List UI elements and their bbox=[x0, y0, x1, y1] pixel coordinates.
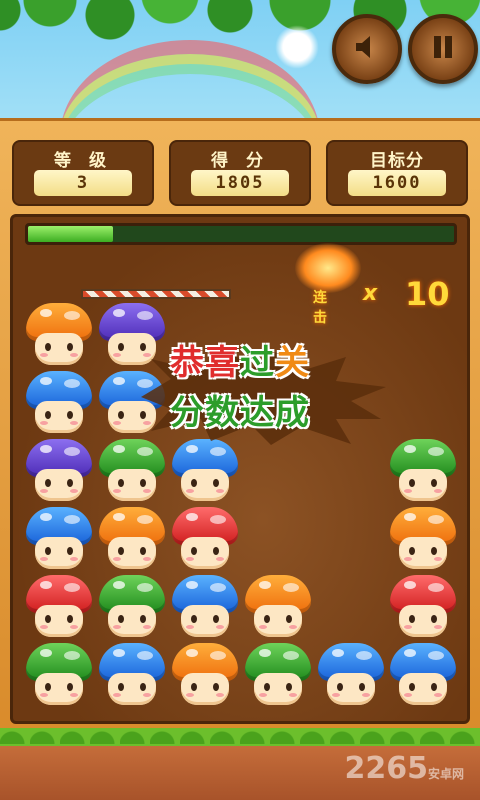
purple-mushroom[interactable] bbox=[23, 439, 95, 505]
mushroom-face bbox=[181, 537, 229, 569]
score-value: 1805 bbox=[191, 170, 289, 196]
orange-mushroom[interactable] bbox=[96, 507, 168, 573]
watermark-sub: 安卓网 bbox=[427, 767, 464, 781]
sun bbox=[275, 25, 319, 69]
msg-char: 恭 bbox=[170, 343, 205, 383]
green-mushroom[interactable] bbox=[96, 575, 168, 641]
green-mushroom[interactable] bbox=[23, 643, 95, 709]
target-panel: 目标分 1600 bbox=[326, 140, 468, 206]
blue-mushroom[interactable] bbox=[169, 439, 241, 505]
speaker-icon bbox=[352, 32, 382, 66]
level-label: 等 级 bbox=[54, 151, 112, 171]
combo-timer-fuse bbox=[81, 289, 231, 299]
mushroom-face bbox=[108, 537, 156, 569]
red-mushroom[interactable] bbox=[169, 507, 241, 573]
green-mushroom[interactable] bbox=[387, 439, 459, 505]
watermark-main: 2265 bbox=[344, 751, 428, 786]
mushroom-face bbox=[108, 605, 156, 637]
mushroom-face bbox=[254, 605, 302, 637]
sound-button[interactable] bbox=[332, 14, 402, 84]
blue-mushroom[interactable] bbox=[169, 575, 241, 641]
grass bbox=[0, 722, 480, 744]
mushroom-face bbox=[35, 605, 83, 637]
score-reached-message: 分数达成 bbox=[13, 385, 467, 434]
orange-mushroom[interactable] bbox=[169, 643, 241, 709]
combo-label: 连击 bbox=[313, 290, 327, 326]
blue-mushroom[interactable] bbox=[96, 643, 168, 709]
green-mushroom[interactable] bbox=[242, 643, 314, 709]
msg-char: 数 bbox=[205, 393, 240, 433]
score-panel: 得 分 1805 bbox=[169, 140, 311, 206]
red-mushroom[interactable] bbox=[387, 575, 459, 641]
game-board[interactable]: 连击 x 10 恭喜过关 分数达成 bbox=[10, 214, 470, 724]
target-label: 目标分 bbox=[370, 151, 424, 171]
congrats-message: 恭喜过关 bbox=[13, 335, 467, 384]
combo-count: 10 bbox=[405, 275, 450, 313]
mushroom-face bbox=[399, 469, 447, 501]
fire-effect bbox=[295, 243, 361, 293]
mushroom-face bbox=[108, 673, 156, 705]
target-value: 1600 bbox=[348, 170, 446, 196]
progress-fill bbox=[28, 226, 114, 242]
watermark: 2265安卓网 bbox=[344, 751, 464, 786]
pause-icon bbox=[428, 32, 458, 66]
msg-char: 过 bbox=[240, 343, 275, 383]
mushroom-face bbox=[181, 605, 229, 637]
mushroom-face bbox=[327, 673, 375, 705]
mushroom-face bbox=[399, 537, 447, 569]
blue-mushroom[interactable] bbox=[315, 643, 387, 709]
mushroom-face bbox=[181, 469, 229, 501]
blue-mushroom[interactable] bbox=[23, 507, 95, 573]
orange-mushroom[interactable] bbox=[387, 507, 459, 573]
score-progress-bar bbox=[25, 223, 457, 245]
pause-button[interactable] bbox=[408, 14, 478, 84]
score-label: 得 分 bbox=[211, 151, 269, 171]
combo-multiplier-sign: x bbox=[363, 281, 378, 306]
stats-bar: 等 级 3 得 分 1805 目标分 1600 bbox=[12, 140, 468, 206]
msg-char: 分 bbox=[170, 393, 205, 433]
red-mushroom[interactable] bbox=[23, 575, 95, 641]
mushroom-face bbox=[254, 673, 302, 705]
level-panel: 等 级 3 bbox=[12, 140, 154, 206]
blue-mushroom[interactable] bbox=[387, 643, 459, 709]
msg-char: 关 bbox=[275, 343, 310, 383]
mushroom-face bbox=[181, 673, 229, 705]
mushroom-face bbox=[35, 673, 83, 705]
mushroom-face bbox=[35, 537, 83, 569]
level-value: 3 bbox=[34, 170, 132, 196]
msg-char: 成 bbox=[275, 393, 310, 433]
mushroom-face bbox=[399, 605, 447, 637]
green-mushroom[interactable] bbox=[96, 439, 168, 505]
mushroom-face bbox=[35, 469, 83, 501]
mushroom-face bbox=[108, 469, 156, 501]
msg-char: 喜 bbox=[205, 343, 240, 383]
orange-mushroom[interactable] bbox=[242, 575, 314, 641]
msg-char: 达 bbox=[240, 393, 275, 433]
mushroom-face bbox=[399, 673, 447, 705]
